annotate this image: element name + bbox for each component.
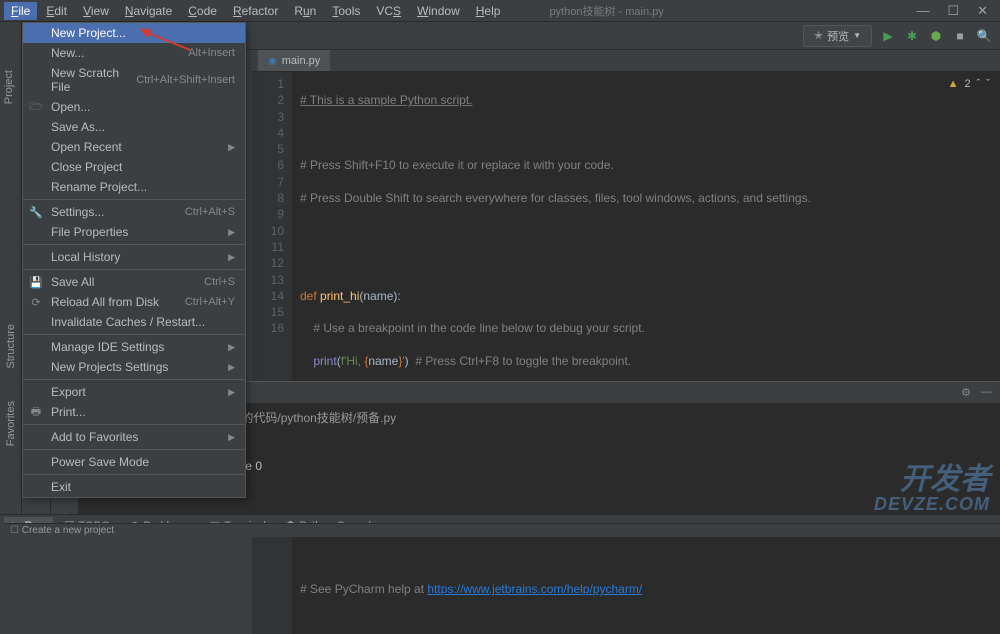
hide-icon[interactable]: — [981, 386, 992, 399]
menu-help[interactable]: Help [469, 2, 508, 20]
menu-reload[interactable]: ⟳Reload All from DiskCtrl+Alt+Y [23, 292, 245, 312]
menu-run[interactable]: Run [287, 2, 323, 20]
left-sidebar: Project Structure Favorites [0, 22, 22, 514]
separator [23, 474, 245, 475]
run-with-coverage-icon[interactable]: ⬢ [928, 28, 944, 44]
code-area[interactable]: # This is a sample Python script. # Pres… [292, 72, 819, 634]
sidebar-tab-favorites[interactable]: Favorites [2, 393, 20, 454]
chevron-up-icon[interactable]: ˆ [977, 78, 981, 90]
menu-save-all[interactable]: 💾Save AllCtrl+S [23, 272, 245, 292]
debug-icon[interactable]: ✱ [904, 28, 920, 44]
menu-manage-ide[interactable]: Manage IDE Settings▶ [23, 337, 245, 357]
editor-tab-main[interactable]: ◉main.py [258, 50, 330, 71]
close-icon[interactable]: ✕ [977, 3, 988, 19]
maximize-icon[interactable]: ☐ [947, 3, 959, 19]
save-icon: 💾 [29, 276, 43, 289]
status-message: ☐ Create a new project [4, 523, 1000, 537]
menu-close-project[interactable]: Close Project [23, 157, 245, 177]
chevron-right-icon: ▶ [228, 252, 235, 263]
search-icon[interactable]: 🔍 [976, 28, 992, 44]
editor: ◉main.py ▲2ˆˇ 12345678910111213141516 # … [252, 50, 1000, 381]
menu-add-favorites[interactable]: Add to Favorites▶ [23, 427, 245, 447]
separator [23, 334, 245, 335]
menu-new-scratch[interactable]: New Scratch FileCtrl+Alt+Shift+Insert [23, 63, 245, 97]
menu-navigate[interactable]: Navigate [118, 2, 179, 20]
menubar: File Edit View Navigate Code Refactor Ru… [0, 0, 1000, 22]
separator [23, 244, 245, 245]
stop-icon[interactable]: ■ [952, 28, 968, 44]
menu-exit[interactable]: Exit [23, 477, 245, 497]
separator [23, 379, 245, 380]
menu-vcs[interactable]: VCS [369, 2, 408, 20]
menu-settings[interactable]: 🔧Settings...Ctrl+Alt+S [23, 202, 245, 222]
sidebar-tab-project[interactable]: Project [0, 62, 18, 112]
chevron-right-icon: ▶ [228, 432, 235, 443]
chevron-right-icon: ▶ [228, 227, 235, 238]
menu-view[interactable]: View [76, 2, 116, 20]
menu-file[interactable]: File [4, 2, 37, 20]
chevron-down-icon[interactable]: ˇ [986, 78, 990, 90]
print-icon: 🖶 [29, 403, 43, 422]
separator [23, 449, 245, 450]
chevron-right-icon: ▶ [228, 142, 235, 153]
editor-body[interactable]: ▲2ˆˇ 12345678910111213141516 # This is a… [252, 72, 1000, 634]
menu-tools[interactable]: Tools [325, 2, 367, 20]
menu-new-project[interactable]: New Project... [23, 23, 245, 43]
menu-code[interactable]: Code [181, 2, 224, 20]
editor-indicators: ▲2ˆˇ [948, 78, 990, 90]
window-title: python技能树 - main.py [549, 3, 663, 19]
wrench-icon: 🔧 [29, 206, 43, 219]
file-dropdown: New Project... New...Alt+Insert New Scra… [22, 22, 246, 498]
menu-new[interactable]: New...Alt+Insert [23, 43, 245, 63]
menu-export[interactable]: Export▶ [23, 382, 245, 402]
python-file-icon: ◉ [268, 56, 277, 67]
gear-icon[interactable]: ⚙ [961, 386, 971, 399]
menu-edit[interactable]: Edit [39, 2, 74, 20]
chevron-right-icon: ▶ [228, 362, 235, 373]
reload-icon: ⟳ [29, 296, 43, 309]
menu-save-as[interactable]: Save As... [23, 117, 245, 137]
sidebar-tab-structure[interactable]: Structure [2, 316, 20, 377]
menu-new-projects-settings[interactable]: New Projects Settings▶ [23, 357, 245, 377]
run-icon[interactable]: ▶ [880, 28, 896, 44]
window-controls: — ☐ ✕ [916, 3, 996, 19]
menu-power-save[interactable]: Power Save Mode [23, 452, 245, 472]
warning-icon[interactable]: ▲ [948, 78, 959, 90]
menu-print[interactable]: 🖶Print... [23, 402, 245, 422]
menu-window[interactable]: Window [410, 2, 467, 20]
menu-file-properties[interactable]: File Properties▶ [23, 222, 245, 242]
menu-rename-project[interactable]: Rename Project... [23, 177, 245, 197]
menu-open-recent[interactable]: Open Recent▶ [23, 137, 245, 157]
menu-invalidate[interactable]: Invalidate Caches / Restart... [23, 312, 245, 332]
separator [23, 424, 245, 425]
preview-button[interactable]: ✭预览▼ [803, 25, 872, 47]
folder-icon: 🗁 [29, 98, 43, 117]
chevron-right-icon: ▶ [228, 342, 235, 353]
menu-local-history[interactable]: Local History▶ [23, 247, 245, 267]
editor-tabs: ◉main.py [252, 50, 1000, 72]
separator [23, 269, 245, 270]
line-gutter: 12345678910111213141516 [252, 72, 292, 634]
chevron-right-icon: ▶ [228, 387, 235, 398]
minimize-icon[interactable]: — [916, 3, 929, 19]
menu-open[interactable]: 🗁Open... [23, 97, 245, 117]
separator [23, 199, 245, 200]
menu-refactor[interactable]: Refactor [226, 2, 285, 20]
